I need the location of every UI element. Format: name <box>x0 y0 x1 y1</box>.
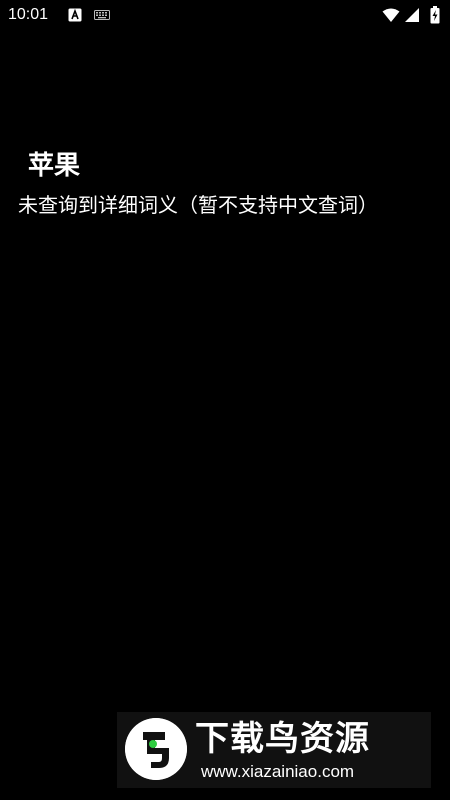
status-time: 10:01 <box>8 6 49 23</box>
word-definition: 未查询到详细词义（暂不支持中文查词） <box>18 193 378 217</box>
status-bar: 10:01 <box>0 0 450 30</box>
bird-logo-icon <box>125 718 187 780</box>
wifi-icon <box>382 8 400 22</box>
watermark-url: www.xiazainiao.com <box>201 762 355 781</box>
site-watermark: 下载鸟资源 www.xiazainiao.com <box>117 712 431 788</box>
keyboard-icon <box>94 10 110 20</box>
word-title: 苹果 <box>28 151 81 181</box>
signal-icon <box>405 8 419 22</box>
battery-charging-icon <box>430 6 440 24</box>
watermark-title: 下载鸟资源 <box>195 719 370 759</box>
dictionary-result: 苹果 未查询到详细词义（暂不支持中文查词） <box>18 142 428 220</box>
a-notification-icon <box>68 8 82 22</box>
